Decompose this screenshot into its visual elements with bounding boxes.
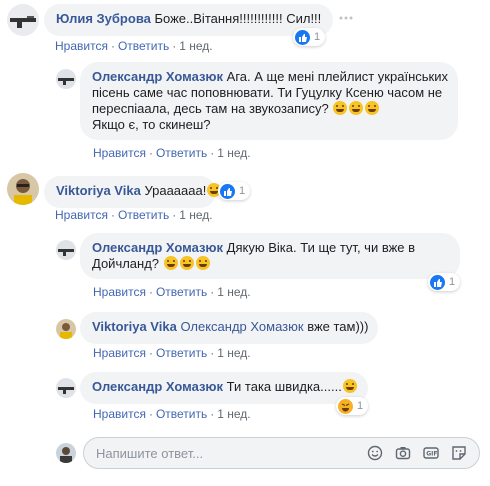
smiley-emoji-icon[interactable] (367, 445, 383, 461)
comment-time[interactable]: 1 нед. (179, 208, 212, 222)
comment-actions: Нравится · Ответить · 1 нед. (93, 285, 251, 299)
like-reaction-icon (430, 274, 445, 290)
reply-link[interactable]: Ответить (156, 146, 207, 160)
comment-author[interactable]: Viktoriya Vika (56, 183, 141, 198)
comment-author[interactable]: Олександр Хомазюк (92, 240, 223, 255)
like-link[interactable]: Нравится (93, 285, 146, 299)
reply-link[interactable]: Ответить (118, 208, 169, 222)
comment-time[interactable]: 1 нед. (217, 285, 250, 299)
avatar[interactable] (7, 173, 39, 205)
comment-actions: Нравится · Ответить · 1 нед. (93, 346, 251, 360)
comment-author[interactable]: Viktoriya Vika (92, 319, 177, 334)
comment-bubble: Олександр Хомазюк Ти така швидка...... (80, 372, 368, 404)
avatar[interactable] (56, 378, 76, 398)
comment-time[interactable]: 1 нед. (217, 146, 250, 160)
comment-text: Ага. А ще мені плейлист українських (226, 69, 448, 84)
comment-text: Якщо є, то скинеш? (92, 117, 211, 132)
more-options-icon[interactable] (339, 11, 353, 25)
grinning-emoji-icon (179, 256, 194, 270)
comment-actions: Нравится · Ответить · 1 нед. (93, 146, 251, 160)
person-photo-icon (14, 179, 32, 205)
reaction-count[interactable]: 1 (336, 397, 369, 415)
rifle-image-icon (58, 249, 74, 256)
comment-bubble: Viktoriya Vika Олександр Хомазюк вже там… (80, 312, 378, 344)
like-reaction-icon (220, 183, 235, 199)
comment-text: Ураааааа! (144, 183, 207, 198)
sticker-icon[interactable] (451, 445, 467, 461)
comment-text: вже там))) (307, 319, 369, 334)
comment-text: Дякую Віка. Ти ще тут, чи вже в (226, 240, 416, 255)
comment-bubble: Viktoriya Vika Ураааааа! (44, 176, 222, 208)
comment-actions: Нравится · Ответить · 1 нед. (93, 407, 251, 421)
rifle-image-icon (10, 16, 36, 28)
like-link[interactable]: Нравится (93, 146, 146, 160)
comment-author[interactable]: Олександр Хомазюк (92, 69, 223, 84)
comment-author[interactable]: Юлия Зуброва (56, 11, 151, 26)
person-photo-icon (60, 323, 72, 339)
comment-actions: Нравится · Ответить · 1 нед. (55, 208, 213, 222)
grinning-emoji-icon (333, 101, 348, 115)
svg-text:GIF: GIF (426, 451, 437, 458)
avatar[interactable] (56, 69, 76, 89)
comment-time[interactable]: 1 нед. (179, 39, 212, 53)
reaction-count[interactable]: 1 (293, 28, 326, 46)
reaction-count[interactable]: 1 (428, 273, 461, 291)
like-link[interactable]: Нравится (55, 39, 108, 53)
comment-text: переспіаала, десь там на звукозапису? (92, 101, 329, 116)
reply-input[interactable]: Напишите ответ... GIF (83, 437, 480, 469)
grinning-emoji-icon (365, 101, 380, 115)
person-photo-icon (60, 447, 72, 463)
comment-time[interactable]: 1 нед. (217, 407, 250, 421)
comment-time[interactable]: 1 нед. (217, 346, 250, 360)
reply-link[interactable]: Ответить (156, 285, 207, 299)
rifle-image-icon (58, 78, 74, 85)
avatar[interactable] (56, 240, 76, 260)
gif-icon[interactable]: GIF (423, 445, 439, 461)
reply-link[interactable]: Ответить (118, 39, 169, 53)
comment-text: Боже..Вітання!!!!!!!!!!!! Сил!!! (154, 11, 322, 26)
comment-author[interactable]: Олександр Хомазюк (92, 379, 223, 394)
current-user-avatar[interactable] (56, 443, 76, 463)
grinning-emoji-icon (163, 256, 178, 270)
reply-link[interactable]: Ответить (156, 407, 207, 421)
comment-actions: Нравится · Ответить · 1 нед. (55, 39, 213, 53)
comment-bubble: Юлия Зуброва Боже..Вітання!!!!!!!!!!!! С… (44, 4, 334, 36)
like-reaction-icon (295, 29, 310, 45)
mention-link[interactable]: Олександр Хомазюк (180, 319, 303, 334)
comment-bubble: Олександр Хомазюк Ага. А ще мені плейлис… (80, 62, 458, 140)
like-link[interactable]: Нравится (55, 208, 108, 222)
reaction-count[interactable]: 1 (218, 182, 251, 200)
like-link[interactable]: Нравится (93, 346, 146, 360)
avatar[interactable] (7, 4, 39, 36)
comment-text: Дойчланд? (92, 256, 160, 271)
comment-text: пісень саме час поповнювати. Ти Гуцулку … (92, 85, 443, 100)
grinning-emoji-icon (195, 256, 210, 270)
comment-bubble: Олександр Хомазюк Дякую Віка. Ти ще тут,… (80, 233, 460, 279)
comment-text: Ти така швидка...... (226, 379, 342, 394)
reply-link[interactable]: Ответить (156, 346, 207, 360)
grinning-emoji-icon (349, 101, 364, 115)
haha-reaction-icon (338, 398, 353, 414)
avatar[interactable] (56, 319, 76, 339)
reply-placeholder: Напишите ответ... (96, 446, 204, 461)
rifle-image-icon (58, 387, 74, 394)
grinning-emoji-icon (342, 379, 357, 393)
camera-icon[interactable] (395, 445, 411, 461)
like-link[interactable]: Нравится (93, 407, 146, 421)
